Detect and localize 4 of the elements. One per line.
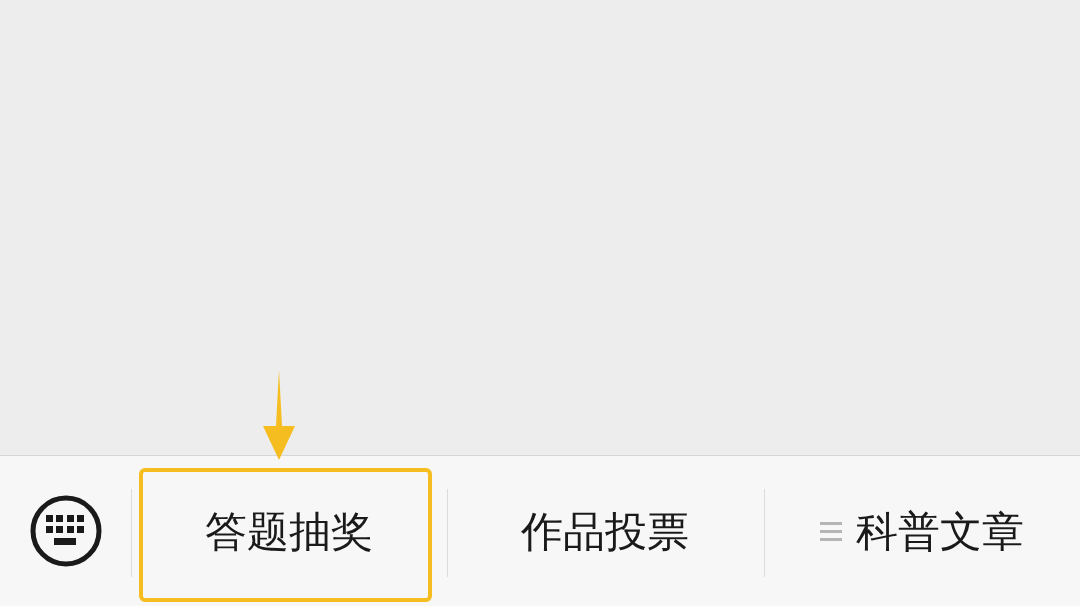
keyboard-icon[interactable] [28, 494, 103, 568]
menu-item[interactable]: 科普文章 [819, 499, 1024, 563]
menu-item[interactable]: 作品投票 [521, 499, 690, 563]
menu-item[interactable]: 答题抽奖 [205, 499, 374, 563]
